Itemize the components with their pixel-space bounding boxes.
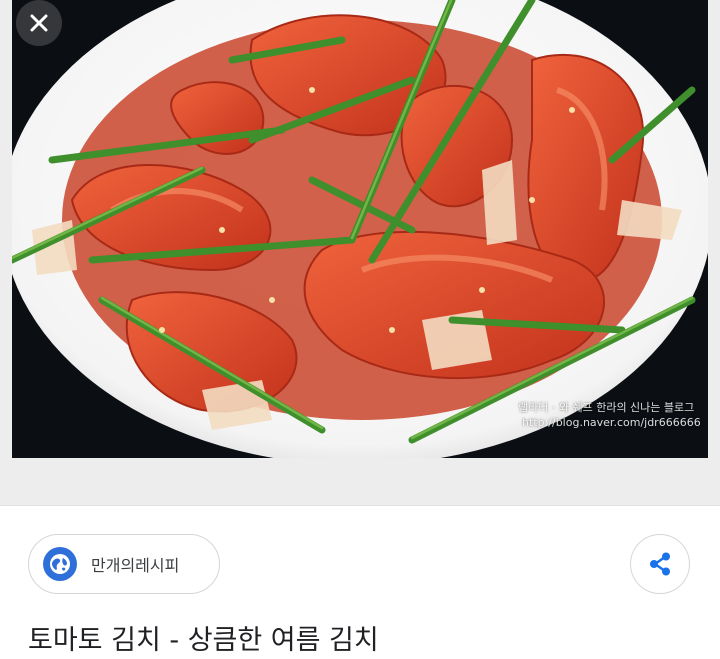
- source-name: 만개의레시피: [91, 556, 180, 575]
- photo-watermark: 랩라더 · 와 쉐프 한라의 신나는 블로그 http://blog.naver…: [518, 400, 701, 430]
- watermark-line2: http://blog.naver.com/jdr666666: [522, 416, 701, 429]
- close-icon: [30, 14, 48, 32]
- globe-icon: [43, 547, 77, 581]
- image-viewer: 랩라더 · 와 쉐프 한라의 신나는 블로그 http://blog.naver…: [0, 0, 720, 505]
- watermark-line1: 랩라더 · 와 쉐프 한라의 신나는 블로그: [518, 401, 695, 414]
- source-link-button[interactable]: 만개의레시피: [28, 534, 220, 594]
- result-title[interactable]: 토마토 김치 - 상큼한 여름 김치: [28, 618, 379, 657]
- share-icon: [650, 552, 670, 576]
- result-image[interactable]: 랩라더 · 와 쉐프 한라의 신나는 블로그 http://blog.naver…: [12, 0, 708, 458]
- share-button[interactable]: [630, 534, 690, 594]
- tomato-kimchi-photo: [12, 0, 708, 458]
- close-button[interactable]: [16, 0, 62, 46]
- divider: [0, 505, 720, 506]
